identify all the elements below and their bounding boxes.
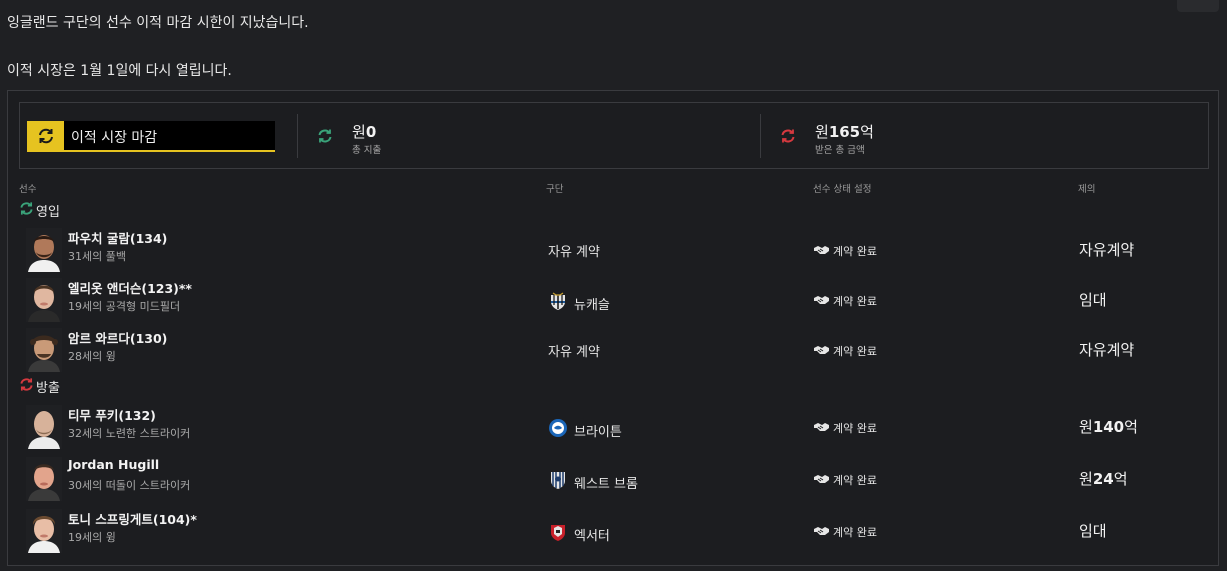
handshake-icon [814,345,829,358]
player-description: 31세의 풀백 [68,250,126,263]
table-row[interactable]: 티무 푸키(132) 32세의 노련한 스트라이커 브라이튼 계약 완료 원14… [8,402,1218,452]
status-label: 계약 완료 [833,422,877,435]
status-label: 계약 완료 [833,245,877,258]
spend-cycle-icon [317,128,333,148]
player-description: 19세의 윙 [68,531,116,544]
handshake-icon [814,526,829,539]
offer-value: 임대 [1079,291,1107,309]
player-club[interactable]: 브라이튼 [548,418,622,442]
player-club[interactable]: 엑서터 [548,522,610,546]
player-club[interactable]: 뉴캐슬 [548,291,610,315]
player-description: 19세의 공격형 미드필더 [68,300,181,313]
handshake-icon [814,474,829,487]
offer-value: 자유계약 [1079,241,1135,259]
player-club[interactable]: 자유 계약 [548,341,600,360]
summary-bar: 이적 시장 마감 원0 총 지출 원165억 받은 총 금액 [19,102,1209,169]
handshake-icon [814,245,829,258]
table-row[interactable]: Jordan Hugill 30세의 떠돌이 스트라이커 웨스트 브롬 계약 완… [8,454,1218,504]
transfer-cycle-icon [27,121,64,150]
table-row[interactable]: 토니 스프링게트(104)* 19세의 윙 엑서터 계약 완료 임대 [8,506,1218,556]
club-name: 자유 계약 [548,345,600,360]
incoming-section-label: 영입 [36,205,60,220]
player-avatar [26,457,62,501]
player-name[interactable]: 티무 푸키(132) [68,405,156,424]
total-received-label: 받은 총 금액 [815,145,865,156]
outgoing-section-label: 방출 [36,381,60,396]
westbrom-badge-icon [548,470,568,494]
column-header-offer[interactable]: 제의 [1078,181,1095,195]
club-name: 브라이튼 [574,424,622,440]
total-received-value: 원165억 [815,123,874,141]
player-status: 계약 완료 [814,243,877,259]
outgoing-icon [19,377,34,396]
exeter-badge-icon [548,522,568,546]
reopen-message: 이적 시장은 1월 1일에 다시 열립니다. [7,63,232,79]
player-name[interactable]: Jordan Hugill [68,457,159,472]
deadline-status: 이적 시장 마감 [27,121,275,152]
offer-value: 자유계약 [1079,341,1135,359]
player-name[interactable]: 엘리옷 앤더슨(123)** [68,278,192,297]
club-name: 뉴캐슬 [574,297,610,313]
status-label: 계약 완료 [833,526,877,539]
club-name: 자유 계약 [548,245,600,260]
player-description: 32세의 노련한 스트라이커 [68,427,191,440]
status-label: 계약 완료 [833,295,877,308]
divider [760,114,761,158]
player-status: 계약 완료 [814,293,877,309]
brighton-badge-icon [548,418,568,442]
player-club[interactable]: 자유 계약 [548,241,600,260]
table-row[interactable]: 파우치 굴람(134) 31세의 풀백 자유 계약 계약 완료 자유계약 [8,225,1218,275]
incoming-section-header: 영입 [19,201,60,220]
player-description: 28세의 윙 [68,350,116,363]
transfer-summary-panel: 이적 시장 마감 원0 총 지출 원165억 받은 총 금액 선수 구단 선수 … [7,90,1219,566]
club-name: 엑서터 [574,528,610,544]
handshake-icon [814,295,829,308]
player-avatar [26,228,62,272]
handshake-icon [814,422,829,435]
total-spend-label: 총 지출 [352,145,382,156]
divider [297,114,298,158]
player-avatar [26,328,62,372]
table-row[interactable]: 엘리옷 앤더슨(123)** 19세의 공격형 미드필더 뉴캐슬 계약 완료 임… [8,275,1218,325]
outgoing-section-header: 방출 [19,377,60,396]
deadline-message: 잉글랜드 구단의 선수 이적 마감 시한이 지났습니다. [7,15,309,31]
player-description: 30세의 떠돌이 스트라이커 [68,479,191,492]
player-name[interactable]: 파우치 굴람(134) [68,228,167,247]
player-avatar [26,405,62,449]
club-name: 웨스트 브롬 [574,476,638,492]
player-status: 계약 완료 [814,420,877,436]
player-avatar [26,509,62,553]
status-label: 계약 완료 [833,345,877,358]
column-header-player[interactable]: 선수 [19,181,36,195]
offer-value: 임대 [1079,522,1107,540]
player-status: 계약 완료 [814,524,877,540]
newcastle-badge-icon [548,291,568,315]
deadline-label: 이적 시장 마감 [71,130,158,146]
player-name[interactable]: 토니 스프링게트(104)* [68,509,197,528]
player-avatar [26,278,62,322]
player-name[interactable]: 암르 와르다(130) [68,328,167,347]
player-club[interactable]: 웨스트 브롬 [548,470,638,494]
column-header-status[interactable]: 선수 상태 설정 [813,181,871,195]
player-status: 계약 완료 [814,472,877,488]
incoming-icon [19,201,34,220]
player-status: 계약 완료 [814,343,877,359]
status-label: 계약 완료 [833,474,877,487]
offer-value: 원140억 [1079,418,1138,436]
table-row[interactable]: 암르 와르다(130) 28세의 윙 자유 계약 계약 완료 자유계약 [8,325,1218,375]
window-control[interactable] [1177,0,1219,12]
offer-value: 원24억 [1079,470,1128,488]
column-header-club[interactable]: 구단 [546,181,563,195]
total-spend-value: 원0 [352,123,377,141]
received-cycle-icon [780,128,796,148]
